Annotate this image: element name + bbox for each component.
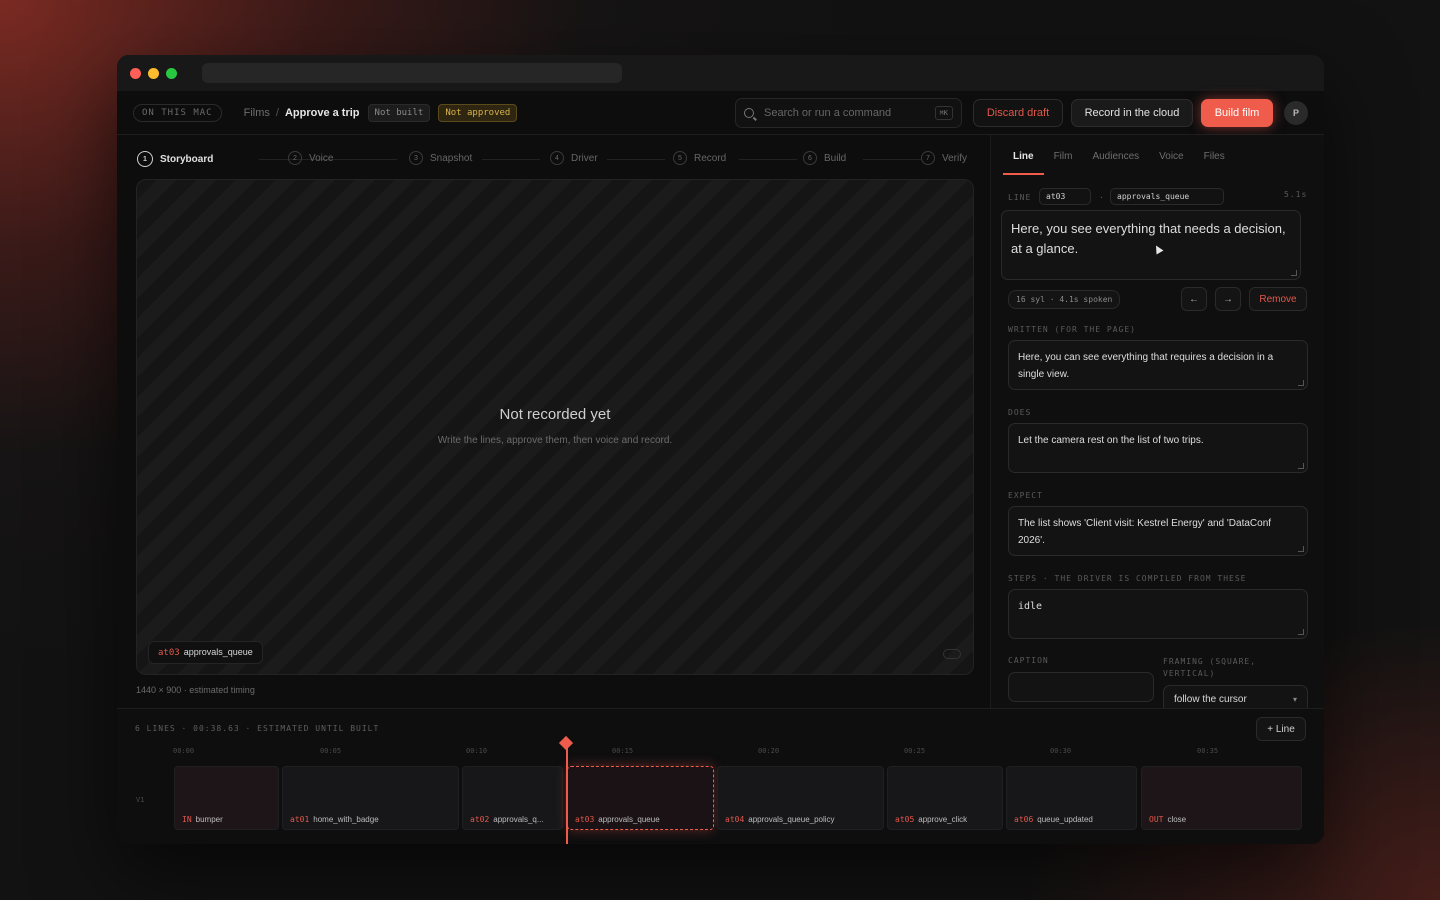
status-badge-approved: Not approved bbox=[438, 103, 518, 122]
status-badge-built: Not built bbox=[367, 103, 431, 122]
chip-line-id: at03 bbox=[158, 648, 180, 658]
current-line-chip[interactable]: at03 approvals_queue bbox=[148, 641, 263, 664]
line-duration: 5.1s bbox=[1284, 190, 1308, 199]
title-bar bbox=[117, 55, 1324, 91]
stage-title: Not recorded yet bbox=[499, 406, 611, 423]
time-tick: 00:30 bbox=[1050, 747, 1072, 755]
timeline-clip[interactable]: at06 queue_updated bbox=[1006, 766, 1137, 830]
remove-line-button[interactable]: Remove bbox=[1249, 287, 1307, 311]
chevron-down-icon: ▾ bbox=[1292, 694, 1297, 704]
time-tick: 00:00 bbox=[173, 747, 195, 755]
step-record[interactable]: 5 Record bbox=[673, 151, 726, 165]
build-film-button[interactable]: Build film bbox=[1201, 99, 1273, 127]
preview-stage: Not recorded yet Write the lines, approv… bbox=[136, 179, 974, 675]
timeline-clip[interactable]: at05 approve_click bbox=[887, 766, 1003, 830]
step-build[interactable]: 6 Build bbox=[803, 151, 846, 165]
tab-film[interactable]: Film bbox=[1044, 135, 1083, 175]
written-textarea[interactable]: Here, you can see everything that requir… bbox=[1008, 340, 1308, 390]
syllable-stats: 16 syl · 4.1s spoken bbox=[1008, 290, 1121, 309]
time-tick: 00:05 bbox=[320, 747, 342, 755]
caption-label: CAPTION bbox=[1008, 656, 1049, 665]
step-driver[interactable]: 4 Driver bbox=[550, 151, 598, 165]
expect-label: EXPECT bbox=[1008, 491, 1043, 500]
does-textarea[interactable]: Let the camera rest on the list of two t… bbox=[1008, 423, 1308, 473]
next-line-button[interactable]: → bbox=[1215, 287, 1241, 311]
step-connector bbox=[607, 159, 665, 160]
time-tick: 00:35 bbox=[1197, 747, 1219, 755]
add-line-button[interactable]: + Line bbox=[1256, 717, 1306, 741]
step-connector bbox=[482, 159, 540, 160]
stage-dimensions: 1440 × 900 · estimated timing bbox=[136, 685, 255, 695]
inspector-panel: Line Film Audiences Voice Files LINE at0… bbox=[990, 135, 1324, 713]
track-label: V1 bbox=[136, 796, 145, 804]
tab-audiences[interactable]: Audiences bbox=[1082, 135, 1149, 175]
breadcrumb-films[interactable]: Films bbox=[244, 107, 270, 119]
timeline-clip[interactable]: at04 approvals_queue_policy bbox=[717, 766, 884, 830]
timeline-clip[interactable]: OUT close bbox=[1141, 766, 1302, 830]
step-connector bbox=[863, 159, 921, 160]
timeline-clip-selected[interactable]: at03 approvals_queue bbox=[567, 766, 714, 830]
step-connector bbox=[739, 159, 797, 160]
search-input[interactable] bbox=[764, 107, 935, 119]
step-voice[interactable]: 2 Voice bbox=[288, 151, 333, 165]
step-verify[interactable]: 7 Verify bbox=[921, 151, 967, 165]
line-label: LINE bbox=[1008, 193, 1032, 202]
step-connector bbox=[345, 159, 397, 160]
stage-subtitle: Write the lines, approve them, then voic… bbox=[437, 435, 673, 446]
time-tick: 00:15 bbox=[612, 747, 634, 755]
timeline-clip[interactable]: IN bumper bbox=[174, 766, 279, 830]
spoken-line-textarea[interactable]: Here, you see everything that needs a de… bbox=[1001, 210, 1301, 280]
playhead[interactable] bbox=[566, 742, 568, 844]
location-pill[interactable]: ON THIS MAC bbox=[133, 103, 222, 122]
shortcut-hint: ⌘K bbox=[934, 106, 953, 120]
avatar[interactable]: P bbox=[1284, 101, 1308, 125]
timeline-summary: 6 LINES · 00:38.63 · ESTIMATED UNTIL BUI… bbox=[135, 724, 380, 733]
command-search[interactable]: ⌘K bbox=[735, 98, 962, 128]
top-toolbar: ON THIS MAC Films / Approve a trip Not b… bbox=[117, 91, 1324, 135]
framing-label: FRAMING (SQUARE, VERTICAL) bbox=[1163, 657, 1257, 678]
tab-voice[interactable]: Voice bbox=[1149, 135, 1193, 175]
written-label: WRITTEN (FOR THE PAGE) bbox=[1008, 325, 1136, 334]
minimize-window-button[interactable] bbox=[148, 68, 159, 79]
does-label: DOES bbox=[1008, 408, 1032, 417]
close-window-button[interactable] bbox=[130, 68, 141, 79]
prev-line-button[interactable]: ← bbox=[1181, 287, 1207, 311]
page-title: Approve a trip bbox=[284, 106, 360, 119]
breadcrumb-separator: / bbox=[275, 106, 279, 119]
discard-draft-button[interactable]: Discard draft bbox=[973, 99, 1063, 127]
line-separator: · bbox=[1099, 193, 1105, 202]
steps-textarea[interactable]: idle bbox=[1008, 589, 1308, 639]
steps-label: STEPS · THE DRIVER IS COMPILED FROM THES… bbox=[1008, 574, 1247, 583]
inspector-tabs: Line Film Audiences Voice Files bbox=[1003, 135, 1235, 175]
time-tick: 00:20 bbox=[758, 747, 780, 755]
search-icon bbox=[744, 108, 754, 118]
chip-line-name: approvals_queue bbox=[183, 647, 253, 657]
step-storyboard[interactable]: 1 Storyboard bbox=[137, 151, 213, 167]
framing-value: follow the cursor bbox=[1174, 693, 1247, 705]
time-tick: 00:10 bbox=[466, 747, 488, 755]
timeline-clip[interactable]: at02 approvals_q... bbox=[462, 766, 563, 830]
time-tick: 00:25 bbox=[904, 747, 926, 755]
stage-toggle[interactable] bbox=[943, 649, 961, 659]
line-id-field[interactable]: at03 bbox=[1039, 188, 1091, 205]
expect-textarea[interactable]: The list shows 'Client visit: Kestrel En… bbox=[1008, 506, 1308, 556]
workflow-stepper: 1 Storyboard 2 Voice 3 Snapshot 4 Driver 5 Re… bbox=[137, 151, 973, 167]
address-bar[interactable] bbox=[202, 63, 622, 83]
maximize-window-button[interactable] bbox=[166, 68, 177, 79]
timeline: 6 LINES · 00:38.63 · ESTIMATED UNTIL BUI… bbox=[117, 708, 1324, 844]
caption-field[interactable] bbox=[1008, 672, 1154, 702]
app-window: ON THIS MAC Films / Approve a trip Not b… bbox=[117, 55, 1324, 844]
tab-files[interactable]: Files bbox=[1194, 135, 1235, 175]
line-name-field[interactable]: approvals_queue bbox=[1110, 188, 1224, 205]
tab-line[interactable]: Line bbox=[1003, 135, 1044, 175]
timeline-clip[interactable]: at01 home_with_badge bbox=[282, 766, 459, 830]
record-cloud-button[interactable]: Record in the cloud bbox=[1071, 99, 1193, 127]
step-snapshot[interactable]: 3 Snapshot bbox=[409, 151, 472, 165]
